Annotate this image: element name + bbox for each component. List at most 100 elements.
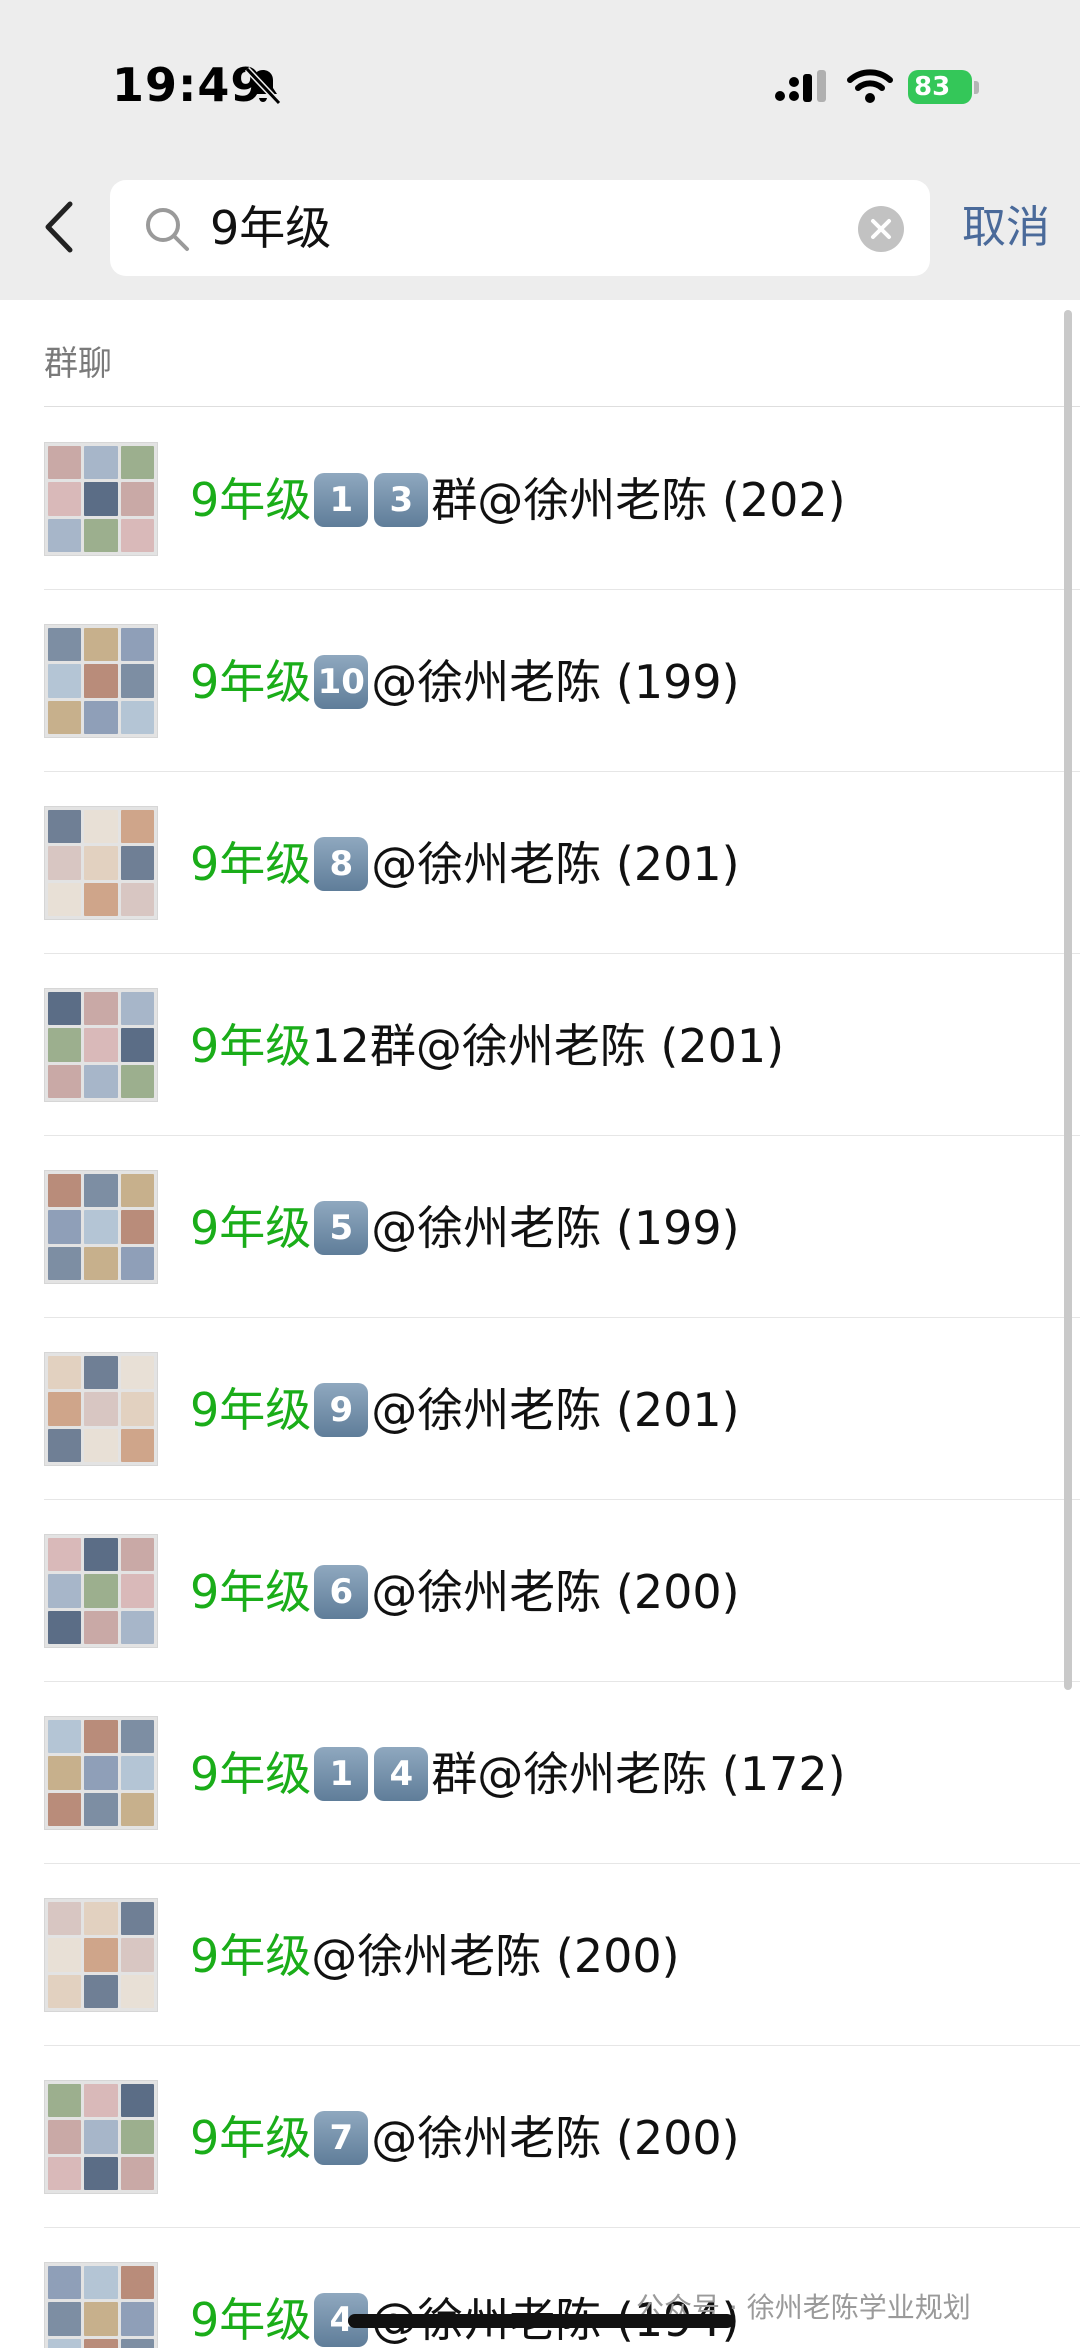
group-chat-item[interactable]: 9年级 7 @徐州老陈 (200) — [0, 2046, 1080, 2228]
avatar-tile — [48, 1720, 82, 1754]
silent-bell-icon — [244, 66, 282, 106]
cancel-button[interactable]: 取消 — [962, 200, 1050, 256]
section-divider — [44, 406, 1080, 407]
avatar-tile — [84, 664, 118, 698]
number-keycap-emoji: 7 — [314, 2111, 369, 2165]
avatar-tile — [48, 1210, 82, 1244]
avatar-tile — [48, 1028, 82, 1062]
matched-keyword: 9年级 — [190, 473, 312, 527]
battery-level: 83 — [908, 70, 972, 104]
avatar-tile — [84, 518, 118, 552]
avatar-tile — [48, 882, 82, 916]
avatar-tile — [84, 1902, 118, 1936]
number-keycap-emoji: 4 — [374, 1747, 429, 1801]
group-name-text: @徐州老陈 (199) — [371, 1201, 740, 1255]
matched-keyword: 9年级 — [190, 655, 312, 709]
group-chat-item[interactable]: 9年级 9 @徐州老陈 (201) — [0, 1318, 1080, 1500]
group-chat-name: 9年级 1 3 群@徐州老陈 (202) — [190, 470, 846, 530]
search-input[interactable]: 9年级 — [110, 180, 930, 276]
avatar-tile — [120, 2084, 154, 2118]
group-chat-item[interactable]: 9年级 6 @徐州老陈 (200) — [0, 1500, 1080, 1682]
avatar-tile — [120, 446, 154, 480]
group-chat-item[interactable]: 9年级 8 @徐州老陈 (201) — [0, 772, 1080, 954]
avatar-tile — [120, 1574, 154, 1608]
group-chat-item[interactable]: 9年级 1 4 群@徐州老陈 (172) — [0, 1682, 1080, 1864]
avatar-tile — [84, 2266, 118, 2300]
group-chat-name: 9年级 5 @徐州老陈 (199) — [190, 1198, 740, 1258]
group-chat-item[interactable]: 9年级 1 3 群@徐州老陈 (202) — [0, 408, 1080, 590]
number-keycap-emoji: 9 — [314, 1383, 369, 1437]
group-chat-item[interactable]: 9年级 @徐州老陈 (200) — [0, 1864, 1080, 2046]
group-chat-item[interactable]: 9年级 10 @徐州老陈 (199) — [0, 590, 1080, 772]
avatar-tile — [48, 1792, 82, 1826]
avatar-tile — [120, 1356, 154, 1390]
avatar-tile — [84, 1756, 118, 1790]
avatar-tile — [48, 1610, 82, 1644]
avatar-tile — [84, 2084, 118, 2118]
group-chat-name: 9年级 1 4 群@徐州老陈 (172) — [190, 1744, 846, 1804]
avatar-tile — [48, 2338, 82, 2348]
group-name-text: @徐州老陈 (200) — [371, 2111, 740, 2165]
search-icon — [146, 208, 189, 251]
group-chat-name: 9年级 @徐州老陈 (200) — [190, 1926, 680, 1986]
group-avatar — [44, 1352, 158, 1466]
avatar-tile — [48, 628, 82, 662]
avatar-tile — [48, 1064, 82, 1098]
group-chat-name: 9年级 12群@徐州老陈 (201) — [190, 1016, 784, 1076]
group-name-text: @徐州老陈 (199) — [371, 655, 740, 709]
group-chat-name: 9年级 10 @徐州老陈 (199) — [190, 652, 740, 712]
group-name-text: 12群@徐州老陈 (201) — [311, 1019, 785, 1073]
avatar-tile — [84, 1356, 118, 1390]
avatar-tile — [120, 482, 154, 516]
avatar-tile — [120, 1028, 154, 1062]
avatar-tile — [48, 1356, 82, 1390]
avatar-tile — [120, 664, 154, 698]
avatar-tile — [84, 1610, 118, 1644]
avatar-tile — [120, 1902, 154, 1936]
avatar-tile — [84, 1392, 118, 1426]
avatar-tile — [48, 1246, 82, 1280]
avatar-tile — [84, 2156, 118, 2190]
avatar-tile — [120, 1064, 154, 1098]
group-name-text: 群@徐州老陈 (202) — [431, 473, 846, 527]
home-indicator[interactable] — [348, 2314, 734, 2328]
group-chat-item[interactable]: 9年级 12群@徐州老陈 (201) — [0, 954, 1080, 1136]
group-chat-item[interactable]: 9年级 5 @徐州老陈 (199) — [0, 1136, 1080, 1318]
number-keycap-emoji: 8 — [314, 837, 369, 891]
avatar-tile — [84, 700, 118, 734]
avatar-tile — [120, 1174, 154, 1208]
matched-keyword: 9年级 — [190, 837, 312, 891]
matched-keyword: 9年级 — [190, 2293, 312, 2347]
cellular-signal-icon — [775, 70, 826, 102]
avatar-tile — [84, 482, 118, 516]
avatar-tile — [48, 810, 82, 844]
battery-indicator: 83 — [908, 68, 980, 106]
avatar-tile — [120, 2156, 154, 2190]
avatar-tile — [48, 518, 82, 552]
avatar-tile — [48, 1574, 82, 1608]
avatar-tile — [84, 846, 118, 880]
avatar-tile — [120, 2338, 154, 2348]
search-bar-row: 9年级 取消 — [0, 170, 1080, 280]
avatar-tile — [48, 992, 82, 1026]
avatar-tile — [48, 2120, 82, 2154]
avatar-tile — [84, 1720, 118, 1754]
group-avatar — [44, 442, 158, 556]
battery-cap — [974, 81, 979, 94]
search-query: 9年级 — [210, 201, 332, 255]
clear-search-icon[interactable] — [858, 206, 904, 252]
group-avatar — [44, 2262, 158, 2348]
avatar-tile — [84, 1428, 118, 1462]
back-chevron-icon[interactable] — [40, 200, 80, 254]
group-name-text: @徐州老陈 (200) — [371, 1565, 740, 1619]
scrollbar[interactable] — [1064, 310, 1072, 1690]
avatar-tile — [84, 810, 118, 844]
group-name-text: @徐州老陈 (201) — [371, 837, 740, 891]
avatar-tile — [48, 446, 82, 480]
avatar-tile — [48, 1174, 82, 1208]
avatar-tile — [84, 882, 118, 916]
group-chat-name: 9年级 8 @徐州老陈 (201) — [190, 834, 740, 894]
avatar-tile — [48, 1538, 82, 1572]
avatar-tile — [48, 2156, 82, 2190]
avatar-tile — [84, 1028, 118, 1062]
